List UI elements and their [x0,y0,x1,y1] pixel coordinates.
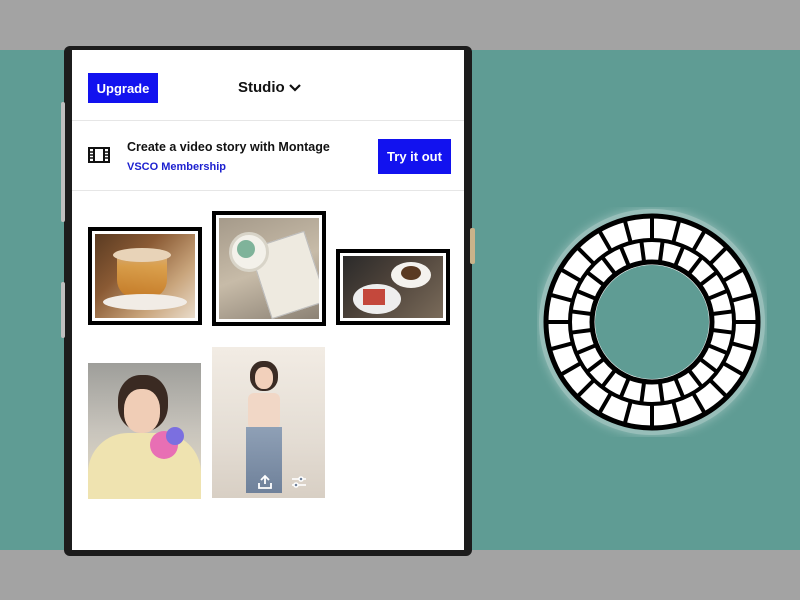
phone-side-button [61,282,65,338]
studio-label: Studio [238,79,285,96]
export-icon[interactable] [257,474,273,490]
cake-photo [343,256,443,318]
chevron-down-icon [288,83,301,92]
app-screen: Upgrade Studio Create a video story with… [72,50,464,550]
photo-thumbnail[interactable] [212,211,326,326]
cafe-table-photo [219,218,319,319]
photo-thumbnail[interactable] [212,347,325,498]
banner-title: Create a video story with Montage [127,140,330,154]
photo-thumbnail[interactable] [88,363,201,499]
photo-thumbnail[interactable] [88,227,202,325]
coffee-photo [95,234,195,318]
photo-thumbnail[interactable] [336,249,450,325]
try-it-out-button[interactable]: Try it out [378,139,451,174]
membership-link[interactable]: VSCO Membership [127,161,226,173]
phone-side-button [61,102,65,222]
fashion-photo [212,347,325,498]
phone-side-button [470,228,475,264]
vsco-logo [539,209,765,435]
studio-menu[interactable]: Studio [238,79,301,96]
banner-divider [72,190,464,191]
upgrade-button[interactable]: Upgrade [88,73,158,103]
portrait-photo [88,363,201,499]
header-divider [72,120,464,121]
film-icon [88,147,110,163]
sliders-icon[interactable] [291,474,307,490]
